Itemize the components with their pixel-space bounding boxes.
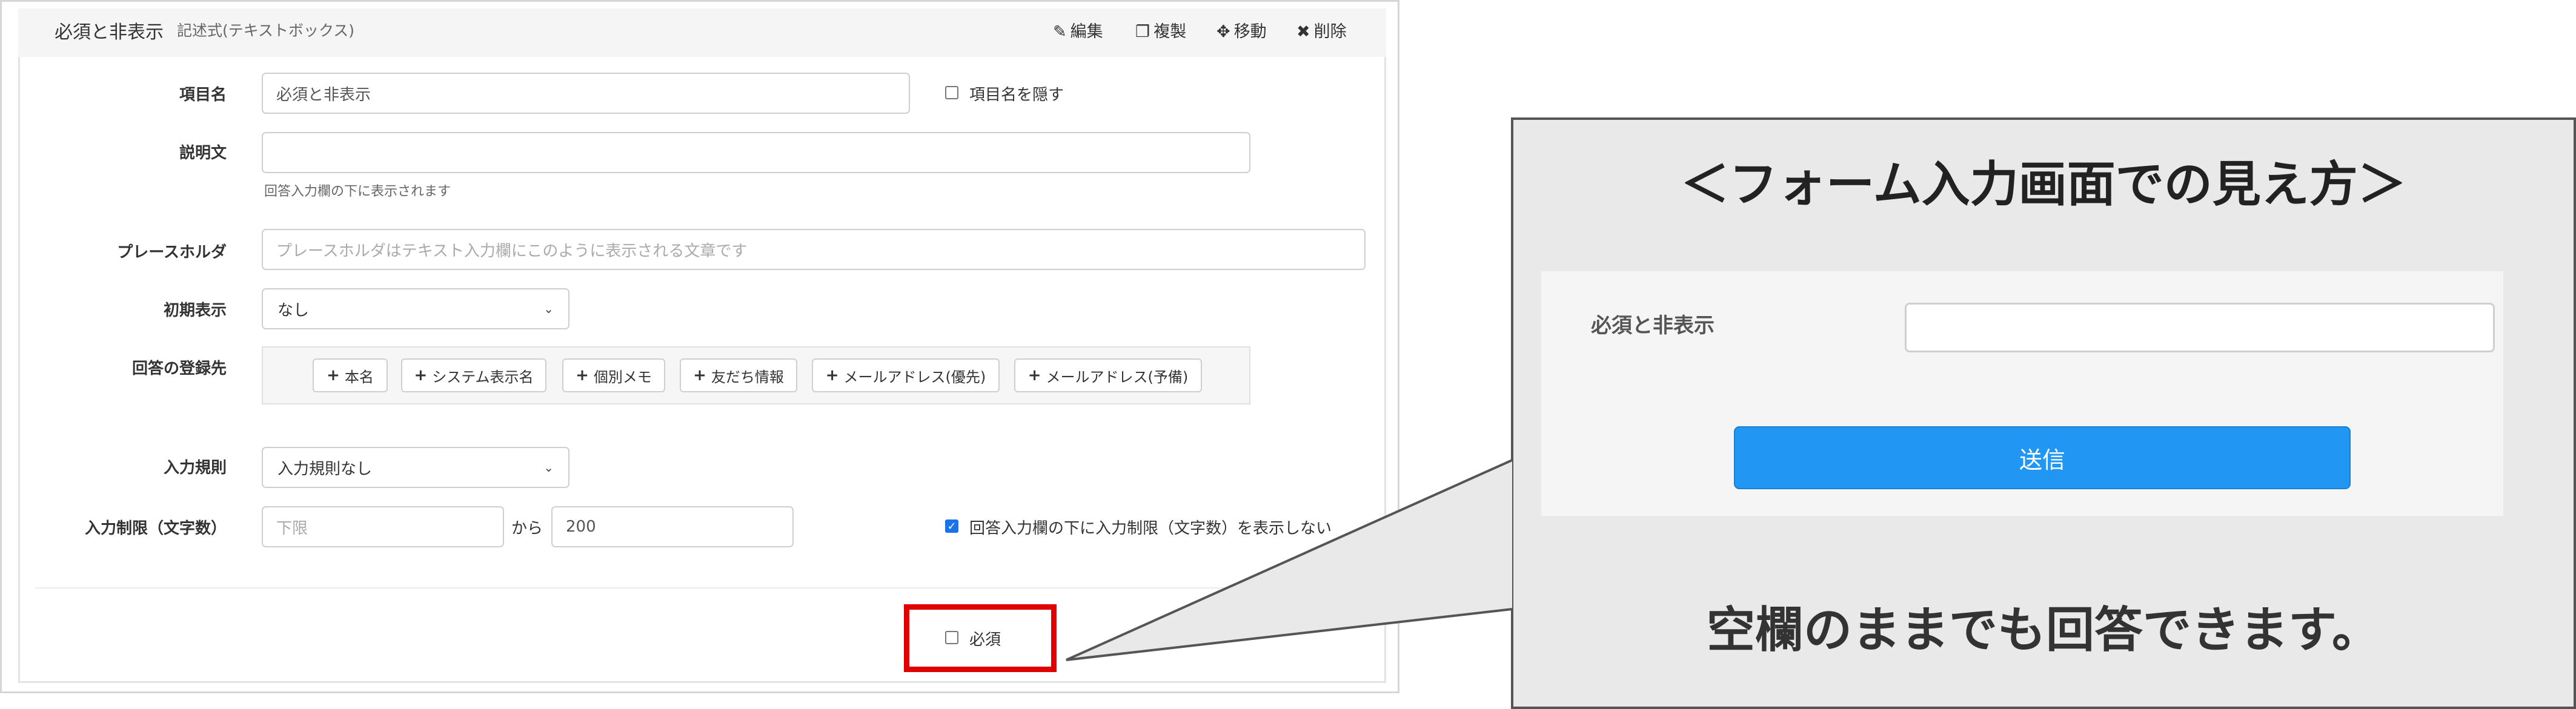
submit-button[interactable]: 送信	[1734, 426, 2351, 489]
preview-heading: ＜フォーム入力画面での見え方＞	[1681, 156, 2406, 213]
preview-note: 空欄のままでも回答できます。	[1707, 602, 2380, 658]
preview-field-label: 必須と非表示	[1591, 314, 1715, 338]
preview-text-input[interactable]	[1905, 303, 2495, 352]
